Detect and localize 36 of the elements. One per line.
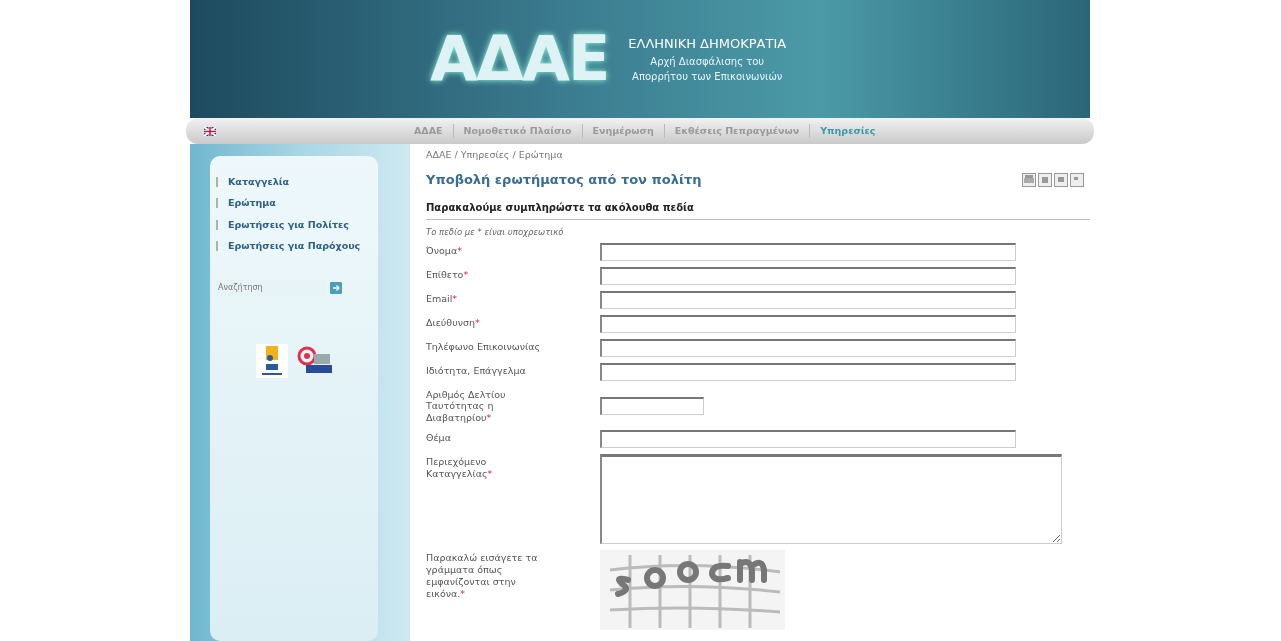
authority-name: Απορρήτου των Επικοινωνιών (631, 69, 784, 84)
logo[interactable]: ΑΔΑΕ (430, 28, 609, 90)
search-go-icon[interactable] (330, 281, 342, 294)
field-label: Τηλέφωνο Επικοινωνίας (426, 339, 542, 353)
field-label: Email* (426, 291, 459, 305)
field-label: Περιεχόμενο Καταγγελίας* (426, 455, 494, 480)
field-label: Αριθμός Δελτίου Ταυτότητας η Διαβατηρίου* (426, 387, 507, 425)
field-label: Ιδιότητα, Επάγγελμα (426, 363, 527, 377)
input-field[interactable] (600, 396, 704, 415)
input-field[interactable] (600, 362, 1016, 381)
accessibility-logo-icon (256, 343, 288, 378)
flag-icon[interactable] (204, 126, 216, 136)
country-title: ΕΛΛΗΝΙΚΗ ΔΗΜΟΚΡΑΤΙΑ (628, 35, 787, 54)
page-title: Υποβολή ερωτήματος από τον πολίτη (426, 171, 702, 190)
nav-link[interactable]: Υπηρεσίες (810, 123, 886, 139)
input-field[interactable] (600, 266, 1016, 285)
sidebar-link[interactable]: Ερωτήσεις για Πολίτες (228, 218, 349, 231)
required-note: Το πεδίο με * είναι υποχρεωτικό (426, 225, 565, 239)
input-field[interactable] (600, 290, 1016, 309)
field-label: Θέμα (426, 431, 452, 444)
sidebar-link[interactable]: Καταγγελία (228, 176, 289, 188)
field-label: Όνομα* (426, 243, 463, 257)
field-label: Παρακαλώ εισάγετε τα γράμματα όπως εμφανίζονται στην εικόνα.* (426, 551, 539, 600)
form-heading: Παρακαλούμε συμπληρώστε τα ακόλουθα πεδία (426, 199, 1090, 220)
input-field[interactable] (600, 242, 1016, 261)
input-field[interactable] (600, 338, 1016, 357)
field-label: Επίθετο* (426, 267, 470, 281)
text-area[interactable] (600, 454, 1062, 545)
input-field[interactable] (600, 314, 1016, 333)
input-field[interactable] (600, 430, 1016, 449)
breadcrumb: ΑΔΑΕ / Υπηρεσίες / Ερώτημα (426, 148, 564, 162)
sidebar-link[interactable]: Ερωτήσεις για Παρόχους (228, 240, 361, 252)
print-icon[interactable] (1022, 173, 1036, 187)
field-label: Διεύθυνση* (426, 315, 481, 329)
authority-name: Αρχή Διασφάλισης του (649, 54, 766, 69)
sidebar-link[interactable]: Ερώτημα (228, 197, 276, 209)
